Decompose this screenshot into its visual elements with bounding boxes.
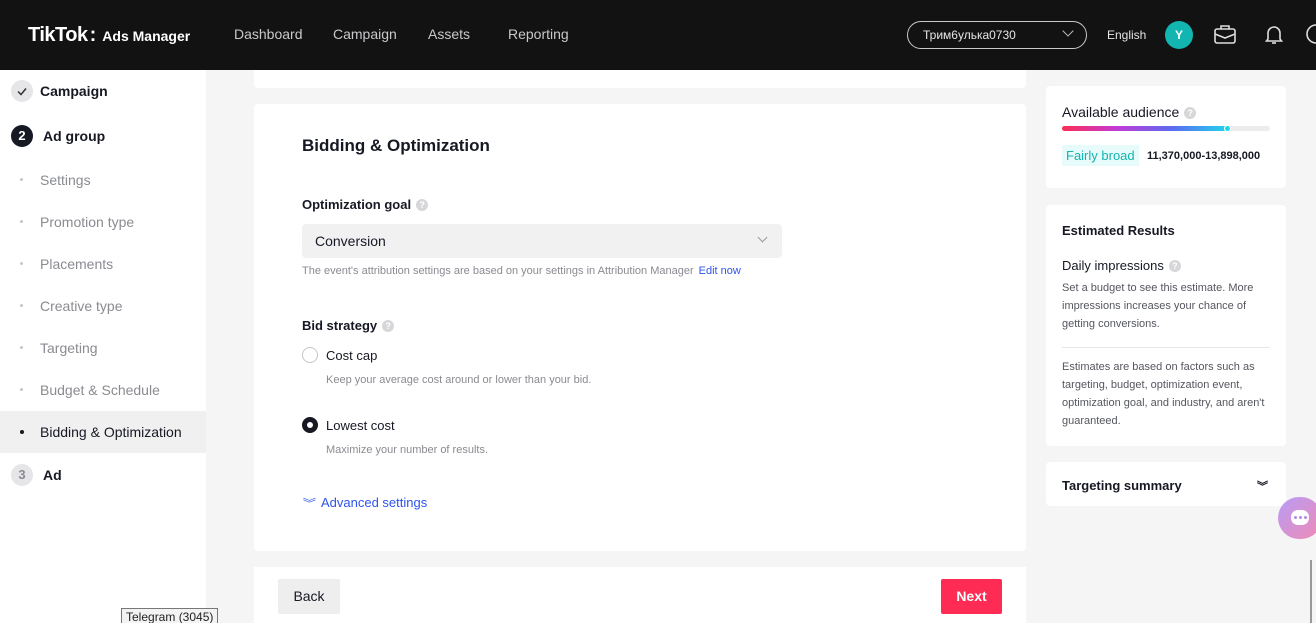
sidebar-item-placements[interactable]: Placements (0, 243, 206, 285)
sidebar-item-label: Bidding & Optimization (40, 424, 182, 440)
sidebar-item-budget-schedule[interactable]: Budget & Schedule (0, 369, 206, 411)
advanced-settings-label: Advanced settings (321, 495, 428, 510)
optimization-goal-label: Optimization goal? (302, 197, 429, 212)
taskbar-tooltip: Telegram (3045) (121, 608, 219, 623)
next-button[interactable]: Next (941, 579, 1002, 614)
estimates-disclaimer: Estimates are based on factors such as t… (1062, 361, 1265, 427)
lowest-cost-description: Maximize your number of results. (326, 444, 488, 456)
title-text: Available audience (1062, 104, 1180, 120)
nav-assets[interactable]: Assets (428, 26, 470, 42)
bullet-icon (20, 388, 23, 391)
bullet-icon (20, 262, 23, 265)
bid-strategy-label: Bid strategy? (302, 318, 395, 333)
bullet-icon (20, 220, 23, 223)
sidebar-item-settings[interactable]: Settings (0, 159, 206, 201)
label-text: Optimization goal (302, 197, 412, 212)
step-label: Campaign (40, 83, 108, 99)
brand-colon: : (89, 24, 97, 46)
back-button[interactable]: Back (278, 579, 340, 614)
daily-impressions-label: Daily impressions? (1062, 258, 1181, 273)
chat-bubble-icon (1291, 510, 1309, 525)
account-selector[interactable]: Трим6улька0730 (907, 21, 1087, 49)
briefcase-icon[interactable] (1213, 22, 1237, 46)
avatar[interactable]: Y (1165, 21, 1193, 49)
step-label: Ad (43, 467, 62, 483)
chevron-down-icon (1062, 25, 1074, 37)
bullet-icon (20, 178, 23, 181)
account-name: Трим6улька0730 (923, 28, 1016, 42)
bullet-icon (20, 346, 23, 349)
section-title: Bidding & Optimization (302, 136, 490, 155)
scrollbar[interactable] (1310, 560, 1312, 623)
sidebar-item-label: Targeting (40, 340, 98, 356)
nav-campaign[interactable]: Campaign (333, 26, 397, 42)
targeting-summary-card[interactable]: Targeting summary ︾ (1046, 462, 1286, 506)
audience-breadth-badge: Fairly broad (1062, 145, 1139, 166)
audience-meter-fill (1062, 126, 1229, 131)
sidebar-item-label: Placements (40, 256, 114, 272)
bell-icon[interactable] (1262, 22, 1286, 46)
footer-actions: Back Next (254, 567, 1026, 623)
progress-sidebar: Campaign 2 Ad group Settings Promotion t… (0, 70, 206, 623)
bullet-icon (20, 304, 23, 307)
help-icon[interactable] (1304, 22, 1316, 46)
label-text: Bid strategy (302, 318, 378, 333)
divider (1062, 347, 1270, 348)
bullet-icon (20, 430, 24, 434)
audience-meter-knob (1224, 125, 1232, 132)
label-text: Daily impressions (1062, 258, 1164, 273)
nav-dashboard[interactable]: Dashboard (234, 26, 303, 42)
top-bar: TikTok : Ads Manager Dashboard Campaign … (0, 0, 1316, 70)
audience-meter (1062, 125, 1270, 132)
step-campaign[interactable]: Campaign (0, 70, 206, 112)
cost-cap-description: Keep your average cost around or lower t… (326, 374, 592, 386)
help-icon[interactable]: ? (1184, 107, 1197, 119)
sidebar-item-promotion-type[interactable]: Promotion type (0, 201, 206, 243)
impressions-description: Set a budget to see this estimate. More … (1062, 282, 1254, 330)
help-icon[interactable]: ? (416, 199, 429, 211)
step-number: 2 (11, 125, 33, 147)
available-audience-card: Available audience? Fairly broad 11,370,… (1046, 86, 1286, 188)
audience-range: 11,370,000-13,898,000 (1147, 150, 1261, 162)
lowest-cost-label[interactable]: Lowest cost (326, 418, 395, 433)
advanced-settings-toggle[interactable]: ︾ Advanced settings (302, 495, 428, 511)
sidebar-item-label: Settings (40, 172, 91, 188)
step-number: 3 (11, 464, 33, 486)
cost-cap-radio[interactable] (302, 347, 318, 363)
note-text: The event's attribution settings are bas… (302, 265, 694, 277)
chevron-down-icon (757, 232, 768, 243)
double-chevron-down-icon[interactable]: ︾ (1257, 478, 1268, 494)
attribution-note: The event's attribution settings are bas… (302, 265, 741, 277)
chat-support-button[interactable] (1278, 497, 1316, 539)
sidebar-item-creative-type[interactable]: Creative type (0, 285, 206, 327)
lowest-cost-radio[interactable] (302, 417, 318, 433)
estimated-results-card: Estimated Results Daily impressions? Set… (1046, 205, 1286, 446)
help-icon[interactable]: ? (382, 320, 395, 332)
targeting-summary-title: Targeting summary (1062, 478, 1182, 493)
optimization-goal-select[interactable]: Conversion (302, 224, 782, 258)
previous-section-card (254, 70, 1026, 88)
sidebar-item-bidding-optimization[interactable]: Bidding & Optimization (0, 411, 206, 453)
select-value: Conversion (315, 233, 386, 249)
brand-name: TikTok (28, 24, 88, 46)
nav-reporting[interactable]: Reporting (508, 26, 569, 42)
language-selector[interactable]: English (1107, 28, 1146, 42)
step-ad[interactable]: 3 Ad (0, 454, 206, 496)
step-label: Ad group (43, 128, 106, 144)
sidebar-item-label: Creative type (40, 298, 123, 314)
sidebar-item-label: Promotion type (40, 214, 135, 230)
double-chevron-down-icon: ︾ (302, 498, 317, 510)
tiktok-logo[interactable]: TikTok : Ads Manager (28, 24, 190, 47)
sidebar-item-label: Budget & Schedule (40, 382, 160, 398)
help-icon[interactable]: ? (1168, 260, 1181, 272)
bidding-optimization-card: Bidding & Optimization Optimization goal… (254, 104, 1026, 551)
check-icon (11, 80, 33, 102)
audience-title: Available audience? (1062, 104, 1197, 120)
product-name: Ads Manager (102, 28, 191, 44)
edit-now-link[interactable]: Edit now (699, 265, 741, 277)
step-ad-group[interactable]: 2 Ad group (0, 115, 206, 157)
sidebar-item-targeting[interactable]: Targeting (0, 327, 206, 369)
cost-cap-label[interactable]: Cost cap (326, 348, 377, 363)
estimated-results-title: Estimated Results (1062, 223, 1175, 238)
